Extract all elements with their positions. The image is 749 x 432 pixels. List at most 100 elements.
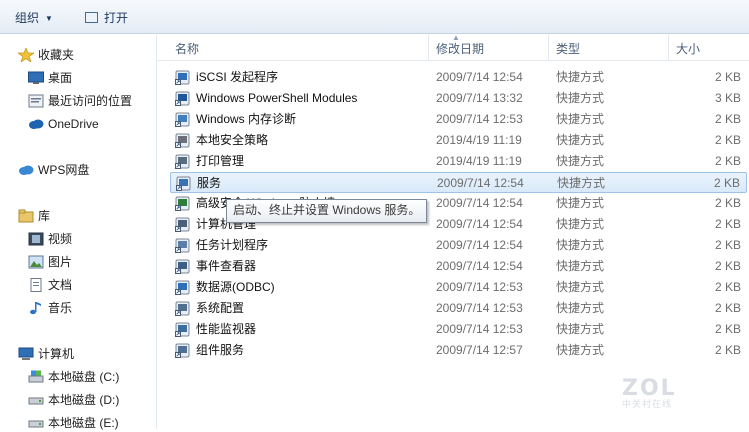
nav-onedrive[interactable]: OneDrive — [28, 115, 99, 133]
file-size: 3 KB — [714, 91, 741, 105]
file-type: 快捷方式 — [556, 280, 605, 294]
nav-drive-c[interactable]: 本地磁盘 (C:) — [28, 368, 119, 386]
organize-menu-button[interactable]: 组织 ▼ — [15, 9, 53, 27]
file-date: 2009/7/14 12:54 — [436, 70, 523, 84]
column-header-size[interactable]: 大小 — [676, 40, 700, 57]
computer-icon — [18, 347, 34, 360]
file-size: 2 KB — [714, 259, 741, 273]
column-header-name[interactable]: 名称 — [175, 40, 199, 57]
nav-wps[interactable]: WPS网盘 — [18, 161, 89, 179]
music-icon — [30, 302, 41, 315]
file-size: 2 KB — [714, 343, 741, 357]
column-header-date[interactable]: 修改日期 — [436, 40, 484, 57]
file-type: 快捷方式 — [556, 259, 605, 273]
navigation-pane: 收藏夹 桌面 最近访问的位置 OneDrive WPS网盘 库 视频 图片 文档… — [0, 35, 156, 432]
file-row[interactable]: 本地安全策略 2019/4/19 11:19 快捷方式 2 KB — [170, 130, 747, 151]
memory-diagnostic-icon — [175, 112, 190, 127]
file-row[interactable]: 系统配置 2009/7/14 12:53 快捷方式 2 KB — [170, 298, 747, 319]
video-icon — [28, 232, 44, 246]
nav-drive-c-label: 本地磁盘 (C:) — [48, 370, 120, 384]
powershell-icon — [175, 91, 190, 106]
nav-computer[interactable]: 计算机 — [18, 345, 74, 363]
file-name: 事件查看器 — [196, 259, 257, 273]
file-date: 2009/7/14 12:54 — [436, 217, 523, 231]
security-policy-icon — [175, 133, 190, 148]
file-size: 2 KB — [713, 176, 740, 190]
file-row[interactable]: 事件查看器 2009/7/14 12:54 快捷方式 2 KB — [170, 256, 747, 277]
nav-library[interactable]: 库 — [18, 207, 50, 225]
file-size: 2 KB — [714, 301, 741, 315]
file-row[interactable]: 打印管理 2019/4/19 11:19 快捷方式 2 KB — [170, 151, 747, 172]
file-row[interactable]: Windows 内存诊断 2009/7/14 12:53 快捷方式 2 KB — [170, 109, 747, 130]
file-date: 2019/4/19 11:19 — [436, 133, 522, 147]
file-date: 2009/7/14 12:57 — [436, 343, 523, 357]
file-type: 快捷方式 — [556, 133, 605, 147]
open-button[interactable]: 打开 — [85, 9, 128, 27]
nav-recent[interactable]: 最近访问的位置 — [28, 92, 132, 110]
nav-documents-label: 文档 — [48, 278, 73, 292]
task-scheduler-icon — [175, 238, 190, 253]
nav-computer-label: 计算机 — [38, 347, 75, 361]
file-size: 2 KB — [714, 238, 741, 252]
iscsi-icon — [175, 70, 190, 85]
command-bar: 组织 ▼ 打开 — [0, 0, 749, 34]
file-type: 快捷方式 — [556, 70, 605, 84]
column-divider[interactable] — [428, 35, 429, 60]
file-name: Windows PowerShell Modules — [196, 91, 358, 105]
file-date: 2009/7/14 12:54 — [436, 259, 523, 273]
file-name: 服务 — [197, 176, 222, 190]
nav-music[interactable]: 音乐 — [28, 299, 72, 317]
column-header-type[interactable]: 类型 — [556, 40, 580, 57]
file-date: 2009/7/14 12:54 — [437, 176, 524, 190]
file-date: 2009/7/14 12:53 — [436, 280, 523, 294]
file-date: 2019/4/19 11:19 — [436, 154, 522, 168]
file-name: 组件服务 — [196, 343, 245, 357]
file-date: 2009/7/14 12:54 — [436, 238, 523, 252]
nav-favorites-label: 收藏夹 — [38, 48, 75, 62]
file-row[interactable]: 性能监视器 2009/7/14 12:53 快捷方式 2 KB — [170, 319, 747, 340]
file-row[interactable]: 组件服务 2009/7/14 12:57 快捷方式 2 KB — [170, 340, 747, 361]
file-type: 快捷方式 — [556, 343, 605, 357]
print-management-icon — [175, 154, 190, 169]
nav-onedrive-label: OneDrive — [48, 117, 99, 131]
column-divider[interactable] — [668, 35, 669, 60]
file-type: 快捷方式 — [557, 176, 606, 190]
nav-drive-e[interactable]: 本地磁盘 (E:) — [28, 414, 119, 432]
file-row[interactable]: iSCSI 发起程序 2009/7/14 12:54 快捷方式 2 KB — [170, 67, 747, 88]
column-divider[interactable] — [548, 35, 549, 60]
file-type: 快捷方式 — [556, 238, 605, 252]
file-name: iSCSI 发起程序 — [196, 70, 279, 84]
file-type: 快捷方式 — [556, 154, 605, 168]
pane-splitter[interactable] — [156, 35, 157, 429]
file-row[interactable]: 服务 2009/7/14 12:54 快捷方式 2 KB — [170, 172, 747, 193]
nav-desktop-label: 桌面 — [48, 71, 73, 85]
file-row[interactable]: 数据源(ODBC) 2009/7/14 12:53 快捷方式 2 KB — [170, 277, 747, 298]
nav-desktop[interactable]: 桌面 — [28, 69, 72, 87]
cloud-icon — [19, 165, 34, 175]
file-type: 快捷方式 — [556, 91, 605, 105]
file-size: 2 KB — [714, 322, 741, 336]
nav-drive-d[interactable]: 本地磁盘 (D:) — [28, 391, 119, 409]
nav-drive-d-label: 本地磁盘 (D:) — [48, 393, 120, 407]
nav-documents[interactable]: 文档 — [28, 276, 72, 294]
organize-label: 组织 — [15, 11, 40, 25]
drive-icon — [28, 420, 44, 428]
file-row[interactable]: 任务计划程序 2009/7/14 12:54 快捷方式 2 KB — [170, 235, 747, 256]
system-drive-icon — [28, 370, 44, 383]
library-icon — [18, 209, 34, 223]
file-name: 数据源(ODBC) — [196, 280, 275, 294]
system-config-icon — [175, 301, 190, 316]
nav-video[interactable]: 视频 — [28, 230, 72, 248]
chevron-down-icon: ▼ — [45, 14, 53, 23]
file-row[interactable]: Windows PowerShell Modules 2009/7/14 13:3… — [170, 88, 747, 109]
file-size: 2 KB — [714, 217, 741, 231]
nav-pictures[interactable]: 图片 — [28, 253, 72, 271]
nav-music-label: 音乐 — [48, 301, 73, 315]
drive-icon — [28, 397, 44, 405]
file-size: 2 KB — [714, 112, 741, 126]
nav-pictures-label: 图片 — [48, 255, 73, 269]
nav-recent-label: 最近访问的位置 — [48, 94, 133, 108]
pictures-icon — [28, 255, 44, 269]
file-type: 快捷方式 — [556, 301, 605, 315]
nav-favorites[interactable]: 收藏夹 — [18, 46, 74, 64]
